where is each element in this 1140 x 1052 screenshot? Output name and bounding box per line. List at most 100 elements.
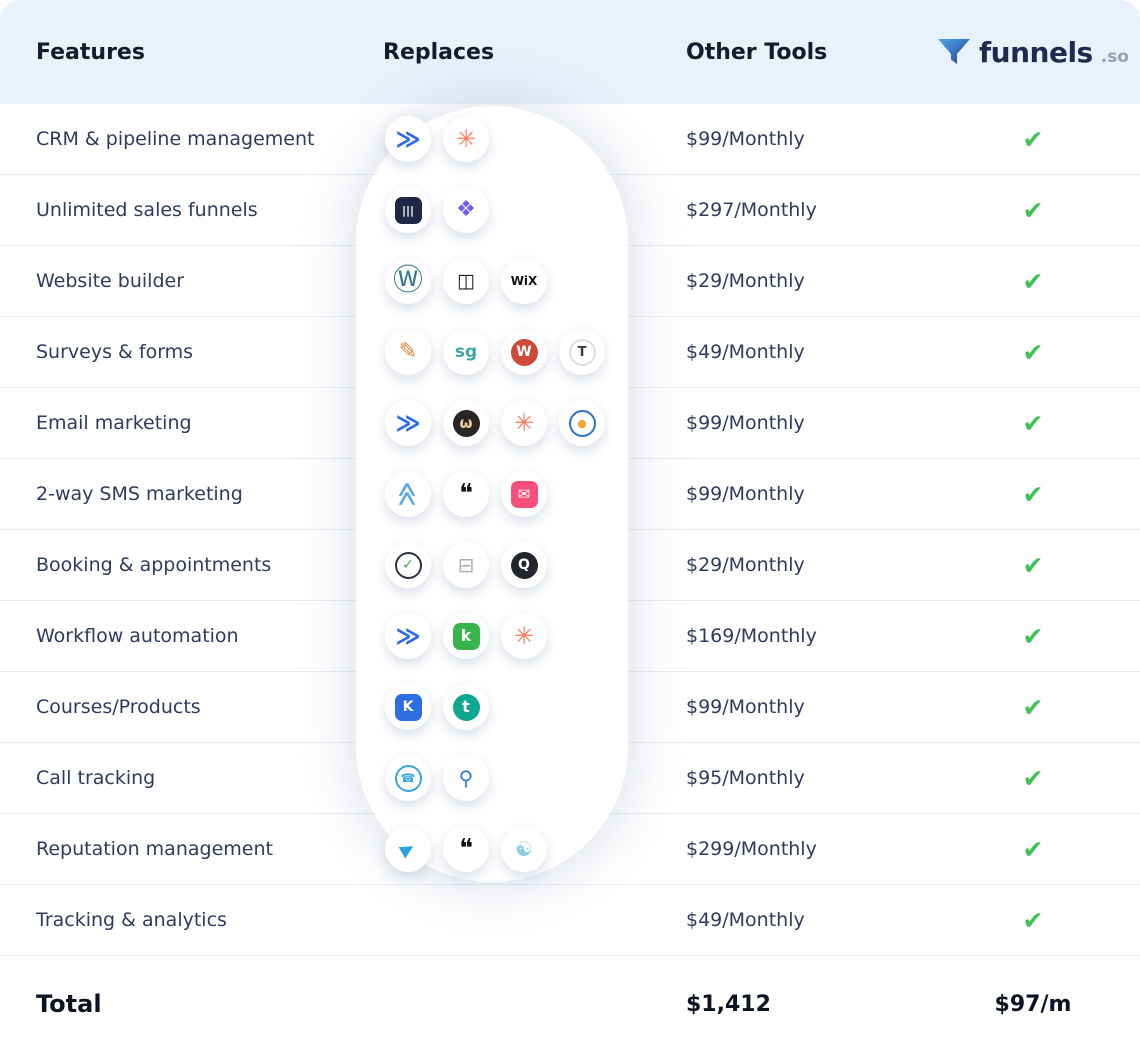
funnels-included-cell: ✔ [926, 906, 1140, 935]
included-check-icon: ✔ [1023, 551, 1044, 580]
funnels-included-cell: ✔ [926, 764, 1140, 793]
funnels-included-cell: ✔ [926, 267, 1140, 296]
total-funnels-price: $97/m [926, 992, 1140, 1017]
funnels-included-cell: ✔ [926, 196, 1140, 225]
other-tools-price: $49/Monthly [686, 341, 926, 363]
feature-label: Surveys & forms [0, 341, 383, 363]
swirl-icon: ☯ [501, 826, 547, 872]
callrail-icon: ☎ [385, 755, 431, 801]
other-tools-price: $99/Monthly [686, 412, 926, 434]
feature-label: Unlimited sales funnels [0, 199, 383, 221]
included-check-icon: ✔ [1023, 480, 1044, 509]
included-check-icon: ✔ [1023, 196, 1044, 225]
typeform-icon: T [559, 329, 605, 375]
other-tools-price: $99/Monthly [686, 696, 926, 718]
funnels-logo[interactable]: funnels .so [937, 36, 1129, 69]
total-other-tools: $1,412 [686, 992, 926, 1017]
activecampaign-icon: ≫ [385, 116, 431, 162]
wufoo-icon-chip: W [511, 339, 538, 366]
funnels-included-cell: ✔ [926, 835, 1140, 864]
wordpress-icon: Ⓦ [385, 258, 431, 304]
funnels-logo-icon [937, 37, 971, 67]
logo-tld: .so [1101, 47, 1129, 67]
klaviyo-icon: k [443, 613, 489, 659]
clickfunnels-icon-chip: ||| [395, 197, 422, 224]
clock-check-icon: ✓ [385, 542, 431, 588]
feature-label: Workflow automation [0, 625, 383, 647]
funnels-included-cell: ✔ [926, 551, 1140, 580]
table-body: CRM & pipeline management≫✳$99/Monthly✔U… [0, 104, 1140, 956]
included-check-icon: ✔ [1023, 409, 1044, 438]
total-label: Total [0, 990, 383, 1018]
hubspot-icon: ✳ [501, 400, 547, 446]
other-tools-header: Other Tools [686, 40, 926, 65]
other-tools-price: $29/Monthly [686, 270, 926, 292]
klaviyo-icon-chip: k [453, 623, 480, 650]
funnels-included-cell: ✔ [926, 409, 1140, 438]
callrail-icon-ring: ☎ [395, 765, 422, 792]
teachable-icon-chip: t [453, 694, 480, 721]
replaces-icons: Ⓦ ◫ WiX [383, 258, 686, 304]
acuity-icon-chip: Q [511, 552, 538, 579]
hubspot-icon: ✳ [501, 613, 547, 659]
mailchimp-icon-chip: ω [453, 410, 480, 437]
included-check-icon: ✔ [1023, 267, 1044, 296]
replaces-icons: ▶❝☯ [383, 826, 686, 872]
funnels-included-cell: ✔ [926, 693, 1140, 722]
total-row: Total $1,412 $97/m [0, 956, 1140, 1052]
included-check-icon: ✔ [1023, 338, 1044, 367]
other-tools-price: $297/Monthly [686, 199, 926, 221]
wix-icon: WiX [501, 258, 547, 304]
feature-label: Booking & appointments [0, 554, 383, 576]
feature-label: Website builder [0, 270, 383, 292]
location-pin-icon: ⚲ [443, 755, 489, 801]
other-tools-price: $169/Monthly [686, 625, 926, 647]
podium-icon: ❝ [443, 826, 489, 872]
table-row: Tracking & analytics$49/Monthly✔ [0, 885, 1140, 956]
feature-label: 2-way SMS marketing [0, 483, 383, 505]
included-check-icon: ✔ [1023, 764, 1044, 793]
kajabi-icon: K [385, 684, 431, 730]
replaces-icons: ||| ❖ [383, 187, 686, 233]
envelope-icon-chip: ✉ [511, 481, 538, 508]
replaces-icons: Kt [383, 684, 686, 730]
teachable-icon: t [443, 684, 489, 730]
podium-icon: ❝ [443, 471, 489, 517]
included-check-icon: ✔ [1023, 906, 1044, 935]
replaces-icons: ✓ ⊟ Q [383, 542, 686, 588]
feature-label: Courses/Products [0, 696, 383, 718]
feature-label: Call tracking [0, 767, 383, 789]
activecampaign-icon: ≫ [385, 400, 431, 446]
table-header: Features Replaces Other Tools funnels.so [0, 0, 1140, 104]
chevrons-up-icon: ≪ [385, 471, 431, 517]
included-check-icon: ✔ [1023, 835, 1044, 864]
other-tools-price: $29/Monthly [686, 554, 926, 576]
envelope-icon: ✉ [501, 471, 547, 517]
calendar-icon: ⊟ [443, 542, 489, 588]
other-tools-price: $95/Monthly [686, 767, 926, 789]
constant-contact-icon: ● [559, 400, 605, 446]
feature-label: Tracking & analytics [0, 909, 383, 931]
replaces-icons: ≫✳ [383, 116, 686, 162]
included-check-icon: ✔ [1023, 693, 1044, 722]
funnels-included-cell: ✔ [926, 622, 1140, 651]
layers-icon: ❖ [443, 187, 489, 233]
wufoo-icon: W [501, 329, 547, 375]
other-tools-price: $99/Monthly [686, 128, 926, 150]
feature-label: CRM & pipeline management [0, 128, 383, 150]
included-check-icon: ✔ [1023, 622, 1044, 651]
kajabi-icon-chip: K [395, 694, 422, 721]
replaces-icons: ✎sgWT [383, 329, 686, 375]
clock-check-icon-ring: ✓ [395, 552, 422, 579]
squarespace-icon: ◫ [443, 258, 489, 304]
replaces-icons: ≪ ❝ ✉ [383, 471, 686, 517]
logo-wordmark: funnels [979, 36, 1093, 69]
funnels-included-cell: ✔ [926, 125, 1140, 154]
feature-label: Reputation management [0, 838, 383, 860]
funnels-included-cell: ✔ [926, 480, 1140, 509]
funnels-included-cell: ✔ [926, 338, 1140, 367]
replaces-icons: ☎⚲ [383, 755, 686, 801]
included-check-icon: ✔ [1023, 125, 1044, 154]
other-tools-price: $99/Monthly [686, 483, 926, 505]
constant-contact-icon-ring: ● [569, 410, 596, 437]
